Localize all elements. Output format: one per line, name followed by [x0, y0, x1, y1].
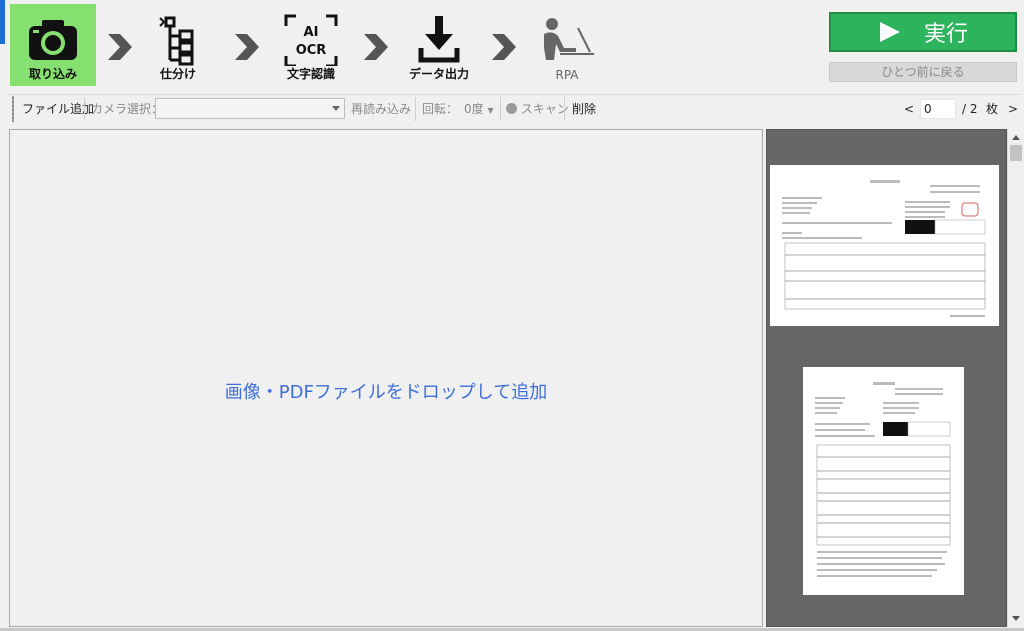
window-edge [0, 0, 5, 44]
svg-text:OCR: OCR [296, 43, 327, 58]
chevron-down-icon: ▼ [487, 106, 494, 115]
pager-next-button[interactable]: > [1008, 101, 1018, 117]
scan-icon [506, 103, 517, 114]
page-thumbnail[interactable] [770, 165, 999, 326]
page-unit: 枚 [986, 102, 999, 116]
drop-area[interactable]: 画像・PDFファイルをドロップして追加 [9, 129, 763, 627]
toolbar-separator [84, 97, 85, 121]
step-ocr-label: 文字認識 [286, 67, 335, 81]
step-rpa-label: RPA [555, 68, 579, 82]
rotate-label: 回転： [422, 102, 459, 116]
step-export[interactable]: データ出力 [396, 4, 482, 86]
step-export-label: データ出力 [408, 67, 469, 81]
play-icon [879, 22, 900, 42]
download-icon [396, 14, 482, 66]
delete-button[interactable]: 削除 [572, 101, 596, 117]
step-rpa[interactable]: RPA [524, 4, 610, 86]
scroll-up-icon[interactable] [1012, 135, 1020, 140]
scroll-down-icon[interactable] [1012, 616, 1020, 621]
run-button-label: 実行 [923, 22, 968, 47]
chevron-right-icon [488, 34, 518, 60]
toolbar-separator [415, 97, 416, 121]
rotate-select-value: 0度 [464, 102, 484, 116]
scan-button-label: スキャン [520, 102, 569, 116]
page-total: / 2 [962, 102, 978, 116]
svg-text:AI: AI [304, 25, 319, 40]
step-import-label: 取り込み [28, 67, 77, 81]
step-sort[interactable]: 仕分け [135, 4, 221, 86]
scan-button[interactable]: スキャン [506, 101, 569, 117]
reload-button[interactable]: 再読み込み [351, 101, 411, 117]
chevron-right-icon [231, 34, 261, 60]
toolbar-grip[interactable] [12, 96, 14, 122]
step-import[interactable]: 取り込み [10, 4, 96, 86]
page-thumbnail[interactable] [803, 367, 964, 595]
preview-scrollbar[interactable] [1007, 129, 1024, 627]
chevron-right-icon [360, 34, 390, 60]
ai-ocr-icon: AI OCR [268, 14, 354, 68]
back-button[interactable]: ひとつ前に戻る [829, 62, 1017, 82]
step-ocr[interactable]: AI OCR 文字認識 [268, 4, 354, 86]
camera-icon [10, 14, 96, 66]
toolbar-separator [500, 97, 501, 121]
step-sort-label: 仕分け [159, 67, 196, 81]
rpa-person-icon [524, 14, 610, 66]
page-number-input[interactable]: 0 [920, 99, 956, 119]
pager-prev-button[interactable]: < [904, 101, 914, 117]
chevron-right-icon [104, 34, 134, 60]
camera-select[interactable] [155, 98, 345, 119]
scrollbar-thumb[interactable] [1010, 145, 1022, 161]
sort-tree-icon [135, 14, 221, 66]
chevron-down-icon [332, 106, 340, 111]
run-button[interactable]: 実行 [829, 12, 1017, 52]
preview-pane[interactable] [766, 129, 1007, 627]
camera-select-label: カメラ選択： [91, 102, 164, 116]
rotate-select[interactable]: 0度 ▼ [464, 101, 494, 119]
drop-hint: 画像・PDFファイルをドロップして追加 [224, 382, 548, 403]
toolbar-separator [564, 97, 565, 121]
